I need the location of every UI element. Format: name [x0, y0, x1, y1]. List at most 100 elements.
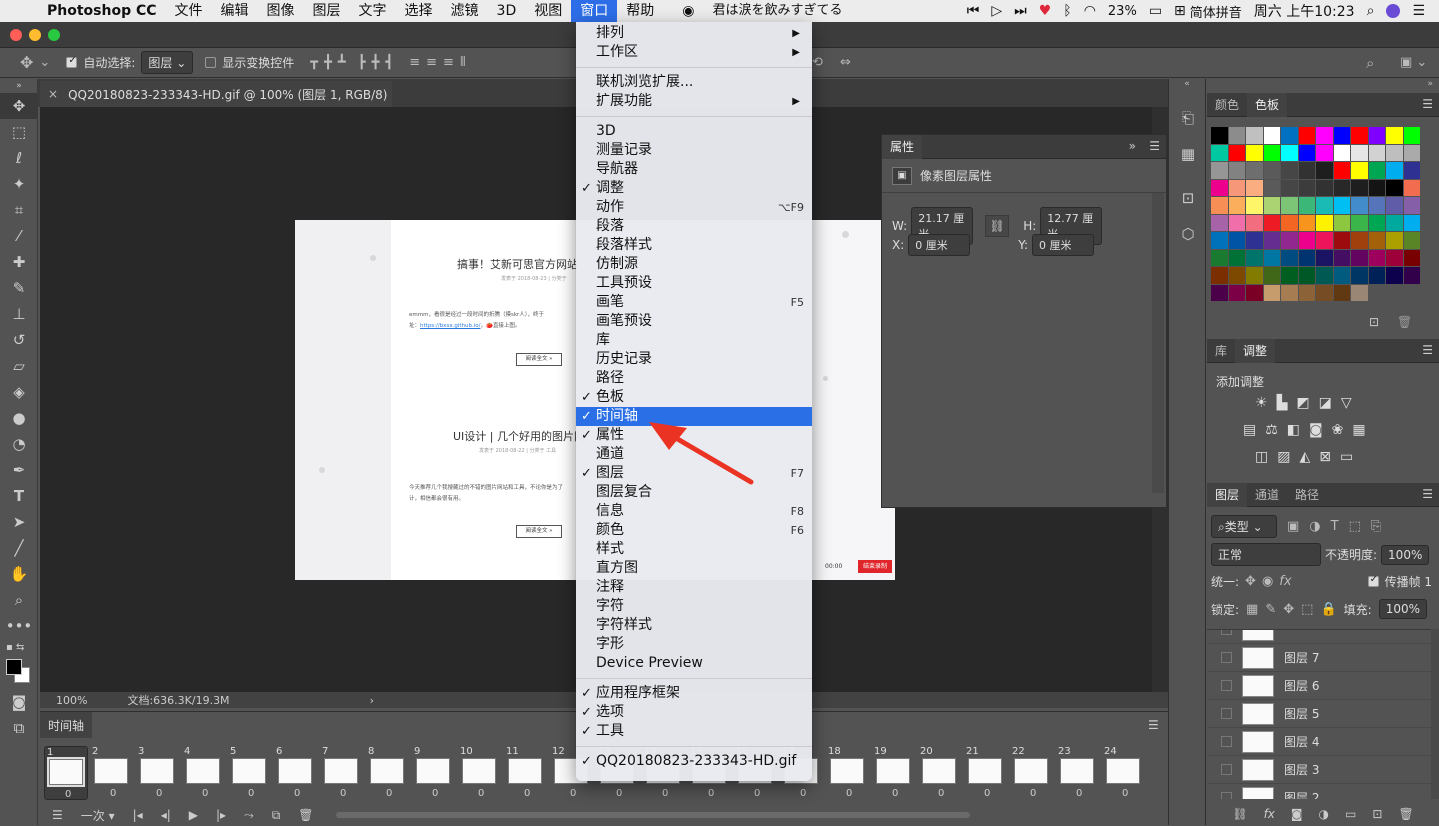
timeline-frame[interactable]: 40: [182, 746, 226, 800]
color-swatch[interactable]: [1386, 144, 1403, 161]
menu-item[interactable]: 段落: [576, 217, 812, 236]
color-swatch[interactable]: [1333, 267, 1350, 284]
photo-filter-icon[interactable]: ◙: [1309, 422, 1323, 438]
color-swatch[interactable]: [1316, 197, 1333, 214]
tool-preset-chevron-icon[interactable]: ⌄: [39, 55, 50, 70]
new-adjustment-layer-icon[interactable]: ◑: [1319, 807, 1329, 821]
menu-item[interactable]: 排列 ▶: [576, 24, 812, 43]
move-tool-icon[interactable]: ✥: [0, 93, 38, 119]
color-swatch[interactable]: [1211, 162, 1228, 179]
color-swatch[interactable]: [1263, 197, 1280, 214]
color-swatch[interactable]: [1263, 179, 1280, 196]
frame-duration[interactable]: 0: [1122, 788, 1128, 799]
bluetooth-icon[interactable]: ᛒ: [1063, 3, 1071, 19]
menu-item[interactable]: ✓ QQ20180823-233343-HD.gif: [576, 752, 812, 771]
color-swatch[interactable]: [1351, 232, 1368, 249]
delete-swatch-icon[interactable]: 🗑: [1397, 315, 1412, 329]
crop-tool-icon[interactable]: ⌗: [0, 197, 38, 223]
color-swatch[interactable]: [1281, 197, 1298, 214]
color-swatch[interactable]: [1368, 267, 1385, 284]
filter-adjustment-icon[interactable]: ◑: [1309, 519, 1320, 534]
frame-duration[interactable]: 0: [294, 788, 300, 799]
menu-edit[interactable]: 编辑: [212, 0, 258, 22]
tab-color[interactable]: 颜色: [1207, 93, 1247, 117]
lock-all-icon[interactable]: 🔒: [1320, 602, 1336, 617]
color-swatch[interactable]: [1281, 284, 1298, 301]
layer-mask-icon[interactable]: ◙: [1291, 807, 1303, 821]
spotlight-search-icon[interactable]: ⌕: [1367, 3, 1375, 19]
x-input[interactable]: 0 厘米: [908, 234, 971, 256]
clock[interactable]: 周六 上午10:23: [1254, 1, 1355, 21]
frame-duration[interactable]: 0: [1030, 788, 1036, 799]
color-swatch[interactable]: [1228, 127, 1245, 144]
previous-track-icon[interactable]: ⏮: [967, 3, 980, 19]
color-swatch[interactable]: [1316, 249, 1333, 266]
color-swatch[interactable]: [1298, 249, 1315, 266]
color-swatch[interactable]: [1228, 232, 1245, 249]
play-animation-icon[interactable]: ▶: [189, 808, 198, 822]
previous-frame-icon[interactable]: ◂|: [161, 808, 171, 822]
levels-icon[interactable]: ▙: [1277, 395, 1288, 411]
color-swatch[interactable]: [1211, 197, 1228, 214]
color-swatch[interactable]: [1316, 127, 1333, 144]
layers-scrollbar[interactable]: [1431, 629, 1439, 799]
color-swatch[interactable]: [1211, 249, 1228, 266]
line-tool-icon[interactable]: ╱: [0, 535, 38, 561]
color-swatch[interactable]: [1386, 232, 1403, 249]
unify-visibility-icon[interactable]: ◉: [1262, 574, 1273, 589]
menu-layer[interactable]: 图层: [304, 0, 350, 22]
color-swatch[interactable]: [1281, 214, 1298, 231]
color-swatch[interactable]: [1386, 197, 1403, 214]
lock-position-icon[interactable]: ✥: [1283, 602, 1294, 617]
frame-duration[interactable]: 0: [570, 788, 576, 799]
color-swatch[interactable]: [1403, 144, 1420, 161]
curves-icon[interactable]: ◩: [1296, 395, 1309, 411]
blend-mode-dropdown[interactable]: 正常: [1211, 543, 1321, 566]
layer-row[interactable]: 图层 4: [1207, 728, 1431, 756]
distribute-left-icon[interactable]: ⦀: [460, 55, 466, 70]
next-frame-icon[interactable]: |▸: [216, 808, 226, 822]
path-selection-tool-icon[interactable]: ➤: [0, 509, 38, 535]
tab-adjustments[interactable]: 调整: [1235, 339, 1276, 363]
color-swatch[interactable]: [1333, 284, 1350, 301]
color-swatch[interactable]: [1351, 162, 1368, 179]
auto-select-dropdown[interactable]: 图层 ⌄: [141, 51, 194, 74]
now-playing-title[interactable]: 君は涙を飲みすぎてる: [703, 0, 851, 22]
menu-view[interactable]: 视图: [525, 0, 571, 22]
menu-item[interactable]: 动作 ⌥F9: [576, 198, 812, 217]
history-brush-tool-icon[interactable]: ↺: [0, 327, 38, 353]
gradient-map-icon[interactable]: ▭: [1340, 449, 1353, 465]
align-right-icon[interactable]: ┫: [385, 55, 393, 70]
layer-visibility-toggle[interactable]: [1221, 792, 1232, 799]
music-app-icon[interactable]: ◉: [673, 0, 703, 22]
menu-item[interactable]: 库: [576, 331, 812, 350]
menu-item[interactable]: 联机浏览扩展...: [576, 73, 812, 92]
unify-position-icon[interactable]: ✥: [1245, 574, 1256, 589]
lock-pixels-icon[interactable]: ✎: [1265, 602, 1276, 617]
color-balance-icon[interactable]: ⚖: [1265, 422, 1278, 438]
menu-item[interactable]: 扩展功能 ▶: [576, 92, 812, 111]
wifi-icon[interactable]: ◠: [1084, 3, 1096, 19]
timeline-frame[interactable]: 80: [366, 746, 410, 800]
properties-collapse-icon[interactable]: »: [1129, 139, 1136, 153]
color-swatch[interactable]: [1368, 144, 1385, 161]
delete-frame-icon[interactable]: 🗑: [298, 808, 313, 822]
color-swatch[interactable]: [1316, 284, 1333, 301]
frame-duration[interactable]: 0: [846, 788, 852, 799]
document-size-info[interactable]: 文档:636.3K/19.3M: [127, 692, 229, 708]
color-swatch[interactable]: [1403, 267, 1420, 284]
color-swatch[interactable]: [1351, 179, 1368, 196]
color-swatch[interactable]: [1386, 127, 1403, 144]
color-swatch[interactable]: [1316, 232, 1333, 249]
color-swatch[interactable]: [1403, 249, 1420, 266]
frame-duration[interactable]: 0: [754, 788, 760, 799]
magic-wand-tool-icon[interactable]: ✦: [0, 171, 38, 197]
timeline-frame[interactable]: 60: [274, 746, 318, 800]
tab-layers[interactable]: 图层: [1207, 483, 1248, 507]
color-swatch[interactable]: [1298, 179, 1315, 196]
3d-mode-icon[interactable]: ⟲: [812, 55, 823, 70]
properties-scrollbar[interactable]: [1152, 193, 1164, 493]
color-lookup-icon[interactable]: ▦: [1352, 422, 1365, 438]
color-swatch[interactable]: [1263, 127, 1280, 144]
color-swatch[interactable]: [1333, 127, 1350, 144]
